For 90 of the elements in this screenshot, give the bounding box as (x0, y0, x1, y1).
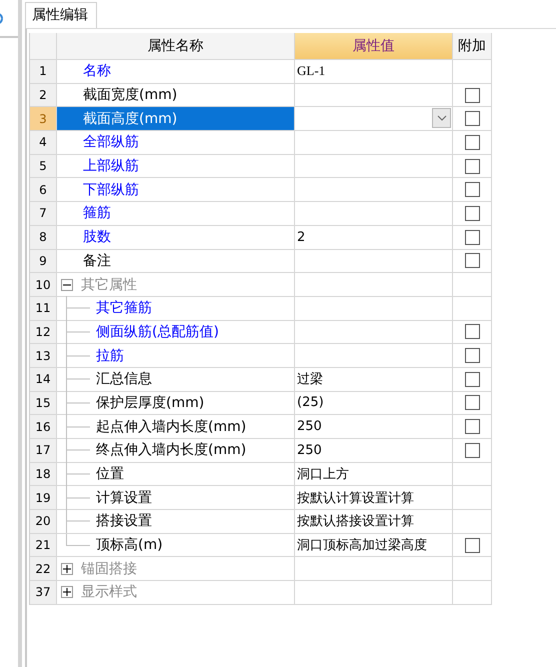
tree-line (66, 486, 90, 510)
property-name: 起点伸入墙内长度(mm) (96, 418, 246, 436)
property-name: 侧面纵筋(总配筋值) (96, 322, 219, 341)
checkbox[interactable] (464, 206, 480, 221)
row-number: 8 (30, 226, 57, 250)
property-value: 过梁 (296, 371, 323, 388)
group-label: 其它属性 (81, 276, 137, 294)
checkbox[interactable] (464, 158, 480, 174)
property-value: 按默认搭接设置计算 (296, 513, 414, 530)
row-number: 1 (30, 60, 57, 84)
row-number: 13 (30, 344, 57, 368)
row-number: 6 (30, 178, 57, 202)
tree-line (66, 344, 90, 368)
property-name: 名称 (83, 62, 111, 80)
row-number: 14 (30, 368, 57, 392)
tree-line (66, 414, 90, 439)
property-name: 终点伸入墙内长度(mm) (96, 441, 246, 460)
row-number: 15 (30, 392, 57, 416)
expand-icon[interactable] (61, 562, 73, 575)
row-number: 37 (30, 581, 57, 605)
property-name: 汇总信息 (96, 370, 152, 388)
collapse-icon[interactable] (61, 278, 73, 291)
column-header: 属性值 (295, 33, 453, 60)
checkbox[interactable] (464, 253, 480, 268)
property-name: 计算设置 (96, 488, 152, 507)
tree-line (66, 367, 90, 392)
tree-line (66, 390, 90, 415)
checkbox[interactable] (464, 538, 480, 553)
property-value: (25) (296, 395, 324, 410)
row-number: 11 (30, 296, 57, 321)
property-value: 250 (296, 442, 322, 458)
tree-line (66, 320, 90, 344)
checkbox[interactable] (464, 372, 480, 387)
row-number: 9 (30, 250, 57, 274)
row-number: 17 (30, 439, 57, 463)
row-number: 22 (30, 557, 57, 582)
property-value: 250 (296, 419, 322, 434)
row-number: 16 (30, 415, 57, 439)
checkbox[interactable] (464, 419, 480, 434)
property-name: 箍筋 (83, 204, 111, 222)
row-number: 18 (30, 462, 57, 486)
dropdown-button[interactable] (432, 108, 451, 128)
column-header: 属性名称 (57, 33, 295, 60)
property-name: 全部纵筋 (83, 133, 139, 152)
row-number: 4 (30, 131, 57, 155)
property-name: 搭接设置 (96, 512, 152, 530)
checkbox[interactable] (464, 182, 480, 198)
property-value: 洞口顶标高加过梁高度 (296, 537, 427, 554)
property-value: 2 (296, 230, 306, 245)
table-cell (453, 581, 492, 605)
property-name: 备注 (83, 252, 111, 270)
property-name: 下部纵筋 (83, 180, 139, 199)
property-name: 上部纵筋 (83, 157, 139, 176)
row-number: 20 (30, 510, 57, 534)
row-number: 7 (30, 202, 57, 226)
property-name: 位置 (96, 465, 124, 484)
expand-icon[interactable] (61, 586, 73, 598)
row-number: 3 (30, 107, 57, 132)
property-name: 截面宽度(mm) (83, 86, 178, 104)
column-header: 附加 (453, 33, 492, 60)
checkbox[interactable] (464, 88, 480, 103)
row-number: 12 (30, 320, 57, 344)
property-value: 按默认计算设置计算 (296, 490, 414, 507)
checkbox[interactable] (464, 111, 480, 126)
checkbox[interactable] (464, 324, 480, 340)
property-value: GL-1 (296, 63, 326, 80)
property-name: 其它箍筋 (96, 299, 152, 318)
checkbox[interactable] (464, 348, 480, 364)
property-name: 顶标高(m) (96, 536, 163, 554)
row-number: 21 (30, 534, 57, 558)
group-label: 锚固搭接 (81, 560, 137, 578)
tree-line (66, 462, 90, 486)
row-number: 5 (30, 154, 57, 178)
row-number: 19 (30, 486, 57, 510)
property-name: 肢数 (83, 228, 111, 246)
checkbox[interactable] (464, 395, 480, 410)
row-number: 10 (30, 273, 57, 297)
group-label: 显示样式 (81, 583, 137, 602)
property-value: 洞口上方 (296, 466, 349, 484)
checkbox[interactable] (464, 442, 480, 458)
row-number: 2 (30, 84, 57, 108)
tree-line (66, 296, 90, 320)
property-name: 保护层厚度(mm) (96, 394, 204, 412)
tree-line (66, 438, 90, 462)
property-name: 截面高度(mm) (83, 110, 178, 128)
property-name: 拉筋 (96, 346, 124, 365)
tab[interactable]: 属性编辑 (25, 2, 97, 28)
checkbox[interactable] (464, 134, 480, 150)
chevron-down-icon (436, 115, 446, 122)
checkbox[interactable] (464, 230, 480, 245)
